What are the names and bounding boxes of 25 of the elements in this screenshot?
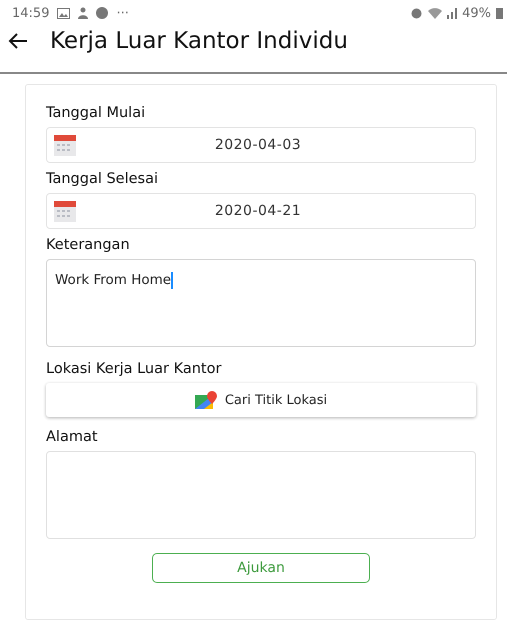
date-field[interactable]: 2020-04-03	[46, 127, 476, 163]
page-title: Kerja Luar Kantor Individu	[50, 28, 348, 54]
battery-percent: 49%	[462, 6, 491, 20]
field-label: Alamat	[46, 429, 99, 445]
field-label: Keterangan	[46, 237, 131, 253]
wifi-icon	[428, 8, 442, 18]
map-pin-icon	[194, 391, 217, 409]
calendar-icon	[53, 133, 77, 157]
image-icon	[57, 8, 70, 18]
person-icon	[78, 7, 88, 19]
time: 14:59	[12, 6, 50, 20]
back-arrow-icon[interactable]	[8, 33, 28, 49]
text-area[interactable]: Work From Home	[46, 259, 476, 347]
alarm-icon	[410, 7, 424, 19]
more-indicator: ···	[116, 6, 129, 20]
field-label: Lokasi Kerja Luar Kantor	[46, 361, 222, 377]
calendar-icon	[53, 199, 77, 223]
battery-icon	[496, 7, 503, 19]
submit-button[interactable]: Ajukan	[152, 553, 370, 583]
field-label: Tanggal Selesai	[46, 171, 160, 187]
signal-icon	[447, 8, 458, 18]
chat-icon	[96, 7, 108, 19]
field-label: Tanggal Mulai	[46, 105, 146, 121]
find-location-button[interactable]: Cari Titik Lokasi	[46, 383, 476, 417]
date-field[interactable]: 2020-04-21	[46, 193, 476, 229]
